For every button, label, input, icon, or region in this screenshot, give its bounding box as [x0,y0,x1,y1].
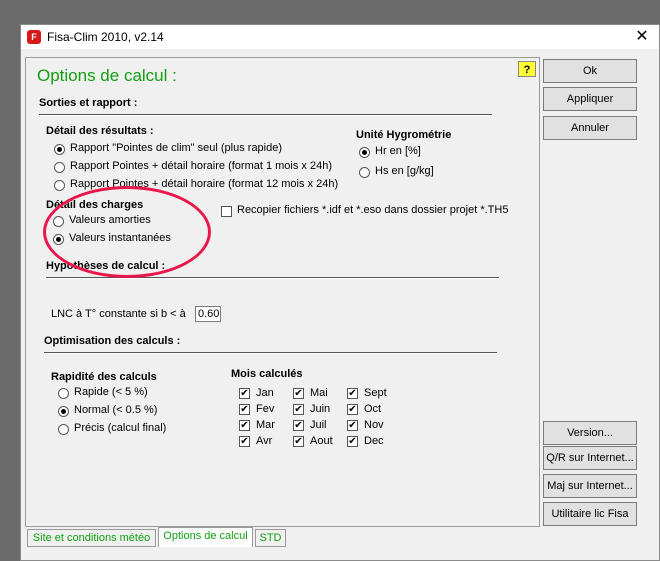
main-window: F Fisa-Clim 2010, v2.14 ✕ Options de cal… [20,24,660,561]
help-icon[interactable]: ? [518,61,536,77]
window-title: Fisa-Clim 2010, v2.14 [47,30,164,44]
month-label: Juin [310,403,331,415]
month-label: Mar [256,419,275,431]
unite-hygrometrie-title: Unité Hygrométrie [356,129,452,141]
rapidite-title: Rapidité des calculs [51,371,157,383]
month-checkbox-mar[interactable]: ✔ [239,420,250,431]
detail-resultats-radio-0[interactable] [54,144,65,155]
month-label: Dec [364,435,384,447]
recopier-checkbox[interactable] [221,206,232,217]
lnc-label: LNC à T° constante si b < à [51,308,186,320]
utilitaire-lic-button[interactable]: Utilitaire lic Fisa [543,502,637,526]
divider [39,114,492,116]
month-checkbox-juil[interactable]: ✔ [293,420,304,431]
close-icon[interactable]: ✕ [627,26,657,48]
lnc-input[interactable]: 0.60 [195,306,221,322]
month-label: Aout [310,435,333,447]
recopier-label: Recopier fichiers *.idf et *.eso dans do… [237,204,509,216]
month-checkbox-aout[interactable]: ✔ [293,436,304,447]
rapidite-radio-1[interactable] [58,406,69,417]
month-checkbox-mai[interactable]: ✔ [293,388,304,399]
month-label: Juil [310,419,327,431]
qr-internet-button[interactable]: Q/R sur Internet... [543,446,637,470]
month-checkbox-dec[interactable]: ✔ [347,436,358,447]
month-label: Nov [364,419,384,431]
rapidite-option-label: Rapide (< 5 %) [74,386,148,398]
detail-charges-option-label: Valeurs instantanées [69,232,171,244]
version-button[interactable]: Version... [543,421,637,445]
section-optimisation-title: Optimisation des calculs : [44,335,181,347]
detail-resultats-radio-1[interactable] [54,162,65,173]
options-panel: Options de calcul : ? Sorties et rapport… [25,57,540,527]
detail-resultats-radio-2[interactable] [54,180,65,191]
divider [44,352,497,354]
month-label: Sept [364,387,387,399]
rapidite-radio-0[interactable] [58,388,69,399]
hygrometrie-option-label: Hs en [g/kg] [375,165,434,177]
month-checkbox-oct[interactable]: ✔ [347,404,358,415]
detail-resultats-option-label: Rapport Pointes + détail horaire (format… [70,178,339,190]
month-label: Oct [364,403,382,415]
month-checkbox-nov[interactable]: ✔ [347,420,358,431]
month-checkbox-avr[interactable]: ✔ [239,436,250,447]
hygrometrie-radio-1[interactable] [359,167,370,178]
tab-0[interactable]: Site et conditions météo [27,529,156,547]
divider [46,277,499,279]
appliquer-button[interactable]: Appliquer [543,87,637,111]
month-label: Mai [310,387,328,399]
title-bar: F Fisa-Clim 2010, v2.14 ✕ [21,25,659,49]
app-logo-icon: F [27,30,41,44]
rapidite-radio-2[interactable] [58,424,69,435]
mois-title: Mois calculés [231,368,303,380]
detail-charges-option-label: Valeurs amorties [69,214,151,226]
section-sorties-title: Sorties et rapport : [39,97,138,109]
detail-resultats-option-label: Rapport "Pointes de clim" seul (plus rap… [70,142,283,154]
month-label: Jan [256,387,274,399]
page-title: Options de calcul : [37,66,177,85]
detail-resultats-option-label: Rapport Pointes + détail horaire (format… [70,160,332,172]
rapidite-option-label: Normal (< 0.5 %) [74,404,158,416]
hygrometrie-radio-0[interactable] [359,147,370,158]
tab-1[interactable]: Options de calcul [158,527,253,547]
month-label: Fev [256,403,275,415]
month-checkbox-sept[interactable]: ✔ [347,388,358,399]
month-label: Avr [256,435,273,447]
maj-internet-button[interactable]: Maj sur Internet... [543,474,637,498]
detail-charges-radio-0[interactable] [53,216,64,227]
month-checkbox-juin[interactable]: ✔ [293,404,304,415]
detail-resultats-title: Détail des résultats : [46,125,154,137]
month-checkbox-fev[interactable]: ✔ [239,404,250,415]
detail-charges-title: Détail des charges [46,199,144,211]
section-hypotheses-title: Hypothèses de calcul : [46,260,166,272]
rapidite-option-label: Précis (calcul final) [74,422,167,434]
ok-button[interactable]: Ok [543,59,637,83]
annuler-button[interactable]: Annuler [543,116,637,140]
month-checkbox-jan[interactable]: ✔ [239,388,250,399]
tab-2[interactable]: STD [255,529,286,547]
detail-charges-radio-1[interactable] [53,234,64,245]
hygrometrie-option-label: Hr en [%] [375,145,421,157]
